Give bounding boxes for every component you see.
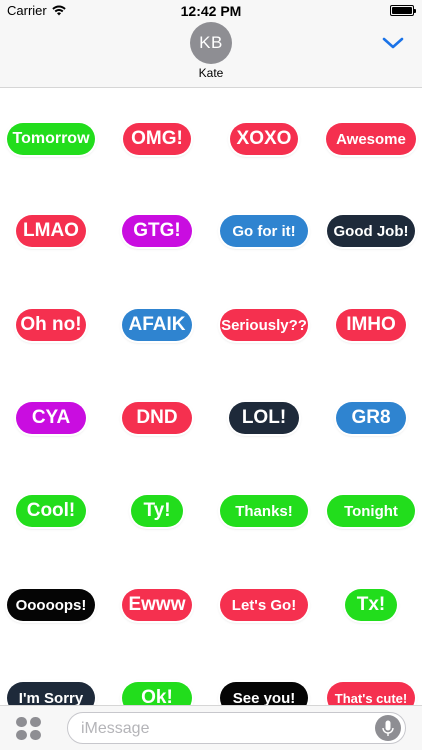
sticker[interactable]: Awesome [326,123,416,155]
sticker[interactable]: IMHO [336,309,406,341]
sticker[interactable]: Ewww [122,589,192,621]
sticker[interactable]: Ooooops! [7,589,95,621]
sticker[interactable]: I'm Sorry [7,682,95,705]
status-bar: Carrier 12:42 PM [0,0,422,22]
battery-level [392,7,412,14]
conversation-header: KB Kate [0,22,422,88]
sticker[interactable]: OMG! [123,123,191,155]
message-input-bar [0,705,422,750]
sticker[interactable]: See you! [220,682,308,705]
sticker[interactable]: Good Job! [327,215,415,247]
microphone-icon[interactable] [375,715,401,741]
battery-icon [390,5,416,16]
sticker[interactable]: CYA [16,402,86,434]
contact-name[interactable]: Kate [0,66,422,80]
sticker[interactable]: GR8 [336,402,406,434]
status-time: 12:42 PM [180,3,242,19]
sticker[interactable]: LOL! [229,402,299,434]
sticker[interactable]: Tx! [345,589,397,621]
sticker[interactable]: XOXO [230,123,298,155]
message-field[interactable] [67,712,406,744]
sticker[interactable]: LMAO [16,215,86,247]
sticker[interactable]: Ty! [131,495,183,527]
sticker-grid: Tomorrow OMG! XOXO Awesome LMAO GTG! Go for it… [0,89,422,705]
sticker[interactable]: That's cute! [327,682,415,705]
sticker[interactable]: Let's Go! [220,589,308,621]
sticker[interactable]: Go for it! [220,215,308,247]
sticker[interactable]: Seriously?? [220,309,308,341]
sticker[interactable]: Thanks! [220,495,308,527]
chevron-down-icon[interactable] [382,36,404,50]
sticker[interactable]: Cool! [16,495,86,527]
message-input[interactable] [81,718,361,740]
sticker[interactable]: Oh no! [16,309,86,341]
sticker[interactable]: AFAIK [122,309,192,341]
sticker[interactable]: GTG! [122,215,192,247]
app-drawer-icon[interactable] [16,717,42,741]
sticker[interactable]: Tonight [327,495,415,527]
sticker[interactable]: Ok! [122,682,192,705]
avatar[interactable]: KB [190,22,232,64]
sticker[interactable]: DND [122,402,192,434]
sticker[interactable]: Tomorrow [7,123,95,155]
